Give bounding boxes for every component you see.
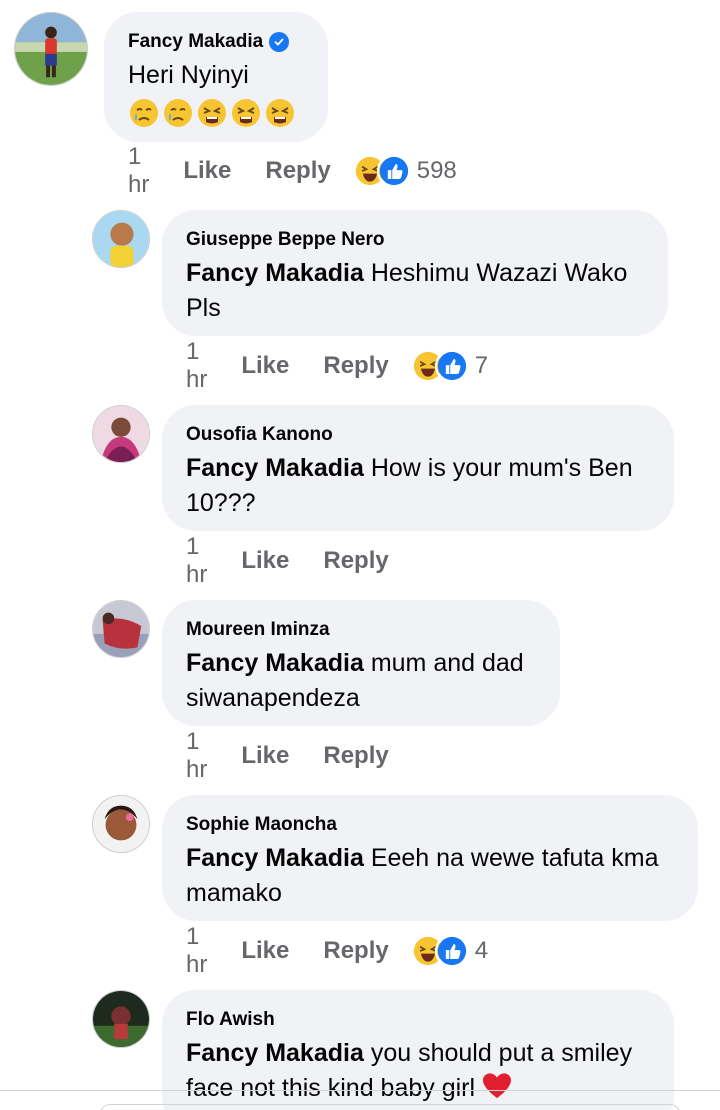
comment-bubble: Giuseppe Beppe Nero Fancy Makadia Heshim… [162,210,668,336]
author-name[interactable]: Moureen Iminza [186,618,536,642]
reply-button[interactable]: Reply [323,937,388,965]
comment-actions: 1 hr Like Reply 7 [186,338,489,393]
timestamp[interactable]: 1 hr [186,923,207,979]
avatar[interactable] [92,795,150,853]
mention-tag[interactable]: Fancy Makadia [186,649,364,677]
like-button[interactable]: Like [241,352,289,380]
like-button[interactable]: Like [183,157,231,185]
comment-actions: 1 hr Like Reply [186,728,389,783]
avatar[interactable] [14,12,88,86]
timestamp[interactable]: 1 hr [186,533,207,589]
comment-bubble: Flo Awish Fancy Makadia you should put a… [162,990,674,1110]
comment-bubble: Sophie Maoncha Fancy Makadia Eeeh na wew… [162,795,698,921]
comment-actions: 1 hr Like Reply 4 [186,923,489,978]
like-button[interactable]: Like [241,547,289,575]
avatar[interactable] [92,600,150,658]
reply-button[interactable]: Reply [323,742,388,770]
timestamp[interactable]: 1 hr [128,143,149,199]
comment-text: Heri Nyinyi [128,61,249,89]
timestamp[interactable]: 1 hr [186,728,207,784]
avatar[interactable] [92,990,150,1048]
tired-face-icon [266,99,294,127]
reply-button[interactable]: Reply [323,352,388,380]
tired-face-icon [198,99,226,127]
like-reaction-icon [376,154,411,188]
reply-button[interactable]: Reply [265,157,330,185]
like-button[interactable]: Like [241,937,289,965]
comment-bubble: Fancy Makadia Heri Nyinyi [104,12,328,142]
divider [0,1090,720,1091]
author-name[interactable]: Giuseppe Beppe Nero [186,228,644,252]
mention-tag[interactable]: Fancy Makadia [186,844,364,872]
comment-text: Fancy Makadia Eeeh na wewe tafuta kma ma… [186,841,674,911]
crying-face-icon [164,99,192,127]
avatar[interactable] [92,210,150,268]
comment-actions: 1 hr Like Reply [186,533,389,588]
like-reaction-icon [434,349,469,383]
comment-actions: 1 hr Like Reply 598 [128,143,457,198]
comment-bubble: Ousofia Kanono Fancy Makadia How is your… [162,405,674,531]
comment-text: Fancy Makadia How is your mum's Ben 10??… [186,451,650,521]
comment-text: Fancy Makadia Heshimu Wazazi Wako Pls [186,256,644,326]
tired-face-icon [232,99,260,127]
comment-text: Fancy Makadia mum and dad siwanapendeza [186,646,536,716]
author-name[interactable]: Fancy Makadia [128,31,263,53]
reaction-summary[interactable]: 4 [410,934,489,968]
author-name[interactable]: Ousofia Kanono [186,423,650,447]
comment-bubble: Moureen Iminza Fancy Makadia mum and dad… [162,600,560,726]
reaction-summary[interactable]: 598 [352,154,457,188]
comment-input-edge[interactable] [100,1104,680,1110]
like-button[interactable]: Like [241,742,289,770]
reply-button[interactable]: Reply [323,547,388,575]
mention-tag[interactable]: Fancy Makadia [186,454,364,482]
author-row: Fancy Makadia [128,30,304,54]
reaction-summary[interactable]: 7 [410,349,489,383]
verified-badge-icon [269,32,290,52]
author-name[interactable]: Sophie Maoncha [186,813,674,837]
crying-face-icon [130,99,158,127]
reaction-count: 7 [474,352,489,379]
like-reaction-icon [434,934,469,968]
red-heart-icon [483,1073,512,1099]
timestamp[interactable]: 1 hr [186,338,207,394]
emoji-row [128,97,304,129]
mention-tag[interactable]: Fancy Makadia [186,1039,364,1067]
comment-text: Fancy Makadia you should put a smiley fa… [186,1036,650,1106]
reaction-count: 4 [474,937,489,964]
reaction-count: 598 [416,157,457,184]
avatar[interactable] [92,405,150,463]
author-name[interactable]: Flo Awish [186,1008,650,1032]
mention-tag[interactable]: Fancy Makadia [186,259,364,287]
